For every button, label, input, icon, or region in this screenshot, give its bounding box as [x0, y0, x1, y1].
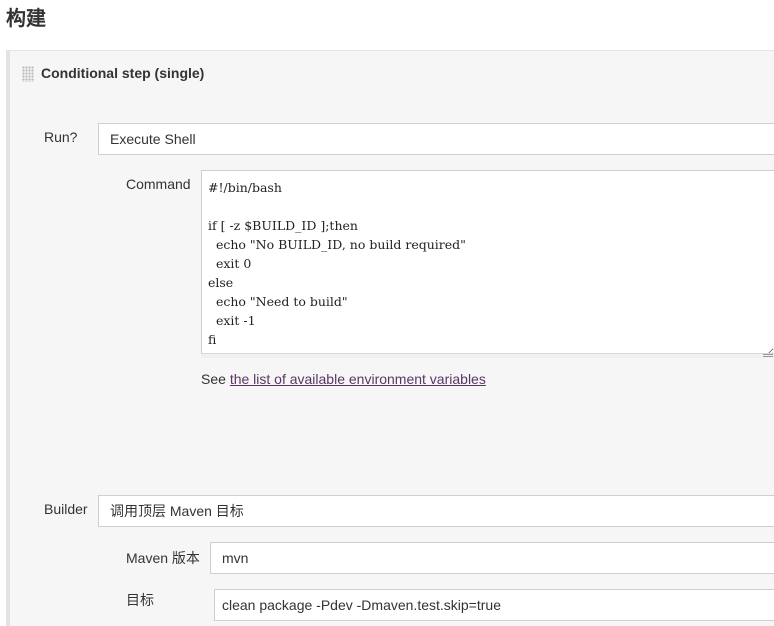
- run-select[interactable]: Execute Shell: [98, 123, 774, 155]
- goals-input-value: clean package -Pdev -Dmaven.test.skip=tr…: [222, 597, 501, 613]
- builder-select[interactable]: 调用顶层 Maven 目标: [98, 495, 774, 527]
- goals-input[interactable]: clean package -Pdev -Dmaven.test.skip=tr…: [214, 589, 774, 621]
- textarea-resize-bar[interactable]: [201, 353, 774, 358]
- maven-version-value: mvn: [222, 550, 249, 566]
- run-label: Run?: [44, 129, 78, 145]
- command-label: Command: [126, 176, 191, 192]
- maven-version-label: Maven 版本: [126, 550, 200, 566]
- builder-label: Builder: [44, 501, 88, 517]
- resize-grip-icon[interactable]: [763, 354, 773, 357]
- builder-select-value: 调用顶层 Maven 目标: [110, 503, 244, 519]
- section-title: 构建: [6, 8, 46, 30]
- step-title: Conditional step (single): [41, 65, 205, 81]
- env-vars-help: See the list of available environment va…: [201, 371, 486, 387]
- command-textarea[interactable]: #!/bin/bash if [ -z $BUILD_ID ];then ech…: [201, 170, 774, 358]
- drag-handle-icon[interactable]: [22, 66, 34, 82]
- help-prefix: See: [201, 371, 230, 387]
- env-vars-link[interactable]: the list of available environment variab…: [230, 371, 486, 387]
- run-select-value: Execute Shell: [110, 131, 196, 147]
- maven-version-select[interactable]: mvn: [210, 542, 774, 574]
- goals-label: 目标: [126, 592, 154, 608]
